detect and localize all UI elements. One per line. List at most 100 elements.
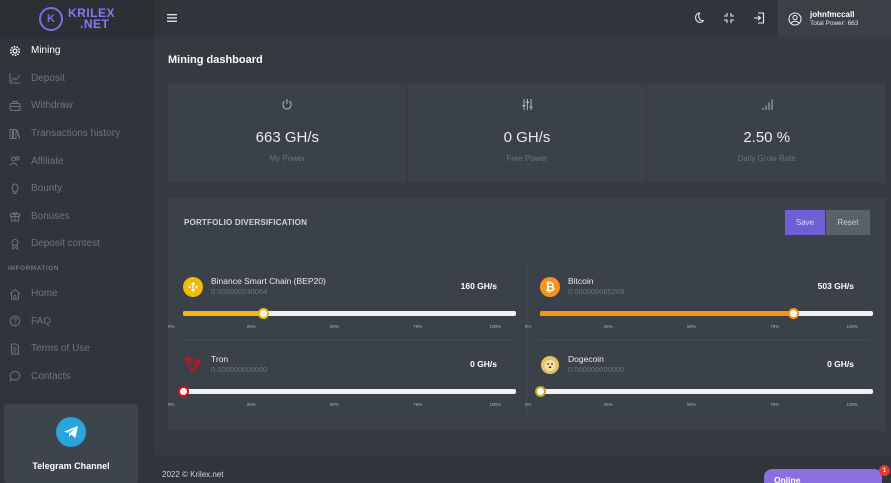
sliders-icon xyxy=(408,98,647,112)
home-icon xyxy=(9,288,21,300)
slider-tick-label: 0% xyxy=(525,324,532,329)
slider-tick-label: 50% xyxy=(686,402,697,407)
slider-tick-label: 75% xyxy=(413,324,423,329)
sidebar-item-affiliate[interactable]: Affiliate xyxy=(0,147,154,175)
stat-value: 0 GH/s xyxy=(503,129,551,146)
coin-name: Dogecoin xyxy=(568,354,604,364)
slider-track xyxy=(183,389,516,394)
sidebar-item-bounty[interactable]: Bounty xyxy=(0,175,154,203)
coin-balance: 0.000000000000 xyxy=(211,365,268,374)
sidebar-item-contacts[interactable]: Contacts xyxy=(0,363,154,391)
logo-mark-icon: K xyxy=(38,6,63,31)
slider-tick-label: 75% xyxy=(413,402,423,407)
copyright-text: 2022 © Krilex.net xyxy=(162,470,224,479)
sidebar-section-information: INFORMATION xyxy=(8,265,59,273)
coin-row-bitcoin: ₿ Bitcoin 0.000000065269 503 GH/s 0% 25% 5… xyxy=(525,268,873,346)
sidebar-nav: Mining Deposit Withdraw Transactions his… xyxy=(0,37,154,390)
sidebar-item-label: Deposit contest xyxy=(31,238,100,250)
main-content: Mining dashboard 663 GH/s My Power 0 GH/… xyxy=(154,37,891,483)
sidebar-item-deposit[interactable]: Deposit xyxy=(0,65,154,93)
coin-balance: 0.000000000000 xyxy=(568,365,625,374)
sidebar-item-label: Home xyxy=(31,288,58,300)
user-circle-icon xyxy=(788,11,802,26)
sidebar-item-terms-of-use[interactable]: Terms of Use xyxy=(0,335,154,363)
slider-handle[interactable] xyxy=(178,386,189,397)
slider-tick-label: 0% xyxy=(525,402,532,407)
sidebar-item-label: Bonuses xyxy=(31,210,70,222)
coin-balance: 0.000000065269 xyxy=(568,287,625,296)
portfolio-panel: PORTFOLIO DIVERSIFICATION Save Reset Bin… xyxy=(168,198,886,431)
coin-power: 503 GH/s xyxy=(817,281,854,291)
logout-icon[interactable] xyxy=(752,11,766,25)
slider-fill xyxy=(183,311,263,316)
slider-tick-label: 50% xyxy=(686,324,697,329)
stat-value: 2.50 % xyxy=(743,129,791,146)
slider-tick-label: 0% xyxy=(168,324,175,329)
page-title: Mining dashboard xyxy=(168,54,263,66)
sidebar-item-label: Transactions history xyxy=(31,128,121,140)
slider-handle[interactable] xyxy=(257,308,269,319)
logo[interactable]: K KRILEX .NET xyxy=(0,0,154,37)
bitcoin-icon: ₿ xyxy=(540,277,560,297)
signal-icon xyxy=(647,98,886,112)
slider-tick-label: 50% xyxy=(329,402,340,407)
total-power: Total Power: 663 xyxy=(810,19,859,27)
user-menu[interactable]: johnfmccall Total Power: 663 xyxy=(778,0,891,37)
sidebar-item-label: Mining xyxy=(31,45,61,57)
coin-balance: 0.000000530064 xyxy=(211,287,268,296)
telegram-icon xyxy=(56,417,86,447)
question-icon xyxy=(9,315,21,327)
slider-tick-label: 25% xyxy=(246,324,256,329)
slider-ticks: 0% 25% 50% 75% 100% xyxy=(168,324,501,330)
coin-row-tron: Tron 0.000000000000 0 GH/s 0% 25% 50% 75% 10… xyxy=(168,346,516,424)
slider-handle[interactable] xyxy=(788,308,800,319)
slider-tick-label: 75% xyxy=(770,324,780,329)
chart-line-icon xyxy=(9,72,21,84)
logo-text-line2: .NET xyxy=(79,16,110,31)
stat-free-power: 0 GH/s Free Power xyxy=(408,84,648,183)
compress-icon[interactable] xyxy=(722,11,736,25)
chat-icon xyxy=(9,370,21,382)
gift-icon xyxy=(9,210,21,222)
coin-name: Bitcoin xyxy=(568,276,594,286)
lightbulb-icon xyxy=(9,183,21,195)
slider-tick-label: 100% xyxy=(489,324,501,329)
sidebar-item-home[interactable]: Home xyxy=(0,280,154,308)
allocation-slider[interactable] xyxy=(183,308,516,319)
slider-ticks: 0% 25% 50% 75% 100% xyxy=(525,402,858,408)
slider-tick-label: 100% xyxy=(489,402,501,407)
sidebar-item-label: Contacts xyxy=(31,370,71,382)
sidebar-item-label: Terms of Use xyxy=(31,343,90,355)
sidebar-item-bonuses[interactable]: Bonuses xyxy=(0,203,154,231)
telegram-channel-label: Telegram Channel xyxy=(32,461,110,471)
allocation-slider[interactable] xyxy=(178,386,516,397)
reset-button[interactable]: Reset xyxy=(826,210,870,235)
slider-tick-label: 100% xyxy=(846,324,858,329)
sidebar-item-mining[interactable]: Mining xyxy=(0,37,154,65)
sidebar-item-label: Bounty xyxy=(31,183,63,195)
award-icon xyxy=(9,238,21,250)
sidebar-item-withdraw[interactable]: Withdraw xyxy=(0,92,154,120)
save-button[interactable]: Save xyxy=(785,210,825,235)
slider-tick-label: 0% xyxy=(168,402,175,407)
stat-daily-grow-rate: 2.50 % Daily Grow Rate xyxy=(647,84,886,183)
slider-track xyxy=(540,389,873,394)
allocation-slider[interactable] xyxy=(535,386,873,397)
hamburger-menu-icon[interactable] xyxy=(166,11,180,25)
slider-handle[interactable] xyxy=(535,386,546,397)
document-icon xyxy=(9,343,21,355)
briefcase-icon xyxy=(9,100,21,112)
sidebar-item-deposit-contest[interactable]: Deposit contest xyxy=(0,230,154,258)
sidebar-item-transactions-history[interactable]: Transactions history xyxy=(0,120,154,148)
telegram-channel-card[interactable]: Telegram Channel xyxy=(4,404,138,483)
moon-icon[interactable] xyxy=(691,11,705,25)
allocation-slider[interactable] xyxy=(540,308,873,319)
slider-tick-label: 100% xyxy=(846,402,858,407)
portfolio-title: PORTFOLIO DIVERSIFICATION xyxy=(184,218,308,227)
sidebar-item-faq[interactable]: FAQ xyxy=(0,307,154,335)
dogecoin-icon xyxy=(540,355,560,375)
coin-row-dogecoin: Dogecoin 0.000000000000 0 GH/s 0% 25% 50% 7… xyxy=(525,346,873,424)
slider-fill xyxy=(540,311,794,316)
slider-tick-label: 25% xyxy=(603,402,613,407)
online-chat-button[interactable]: Online xyxy=(764,469,882,483)
